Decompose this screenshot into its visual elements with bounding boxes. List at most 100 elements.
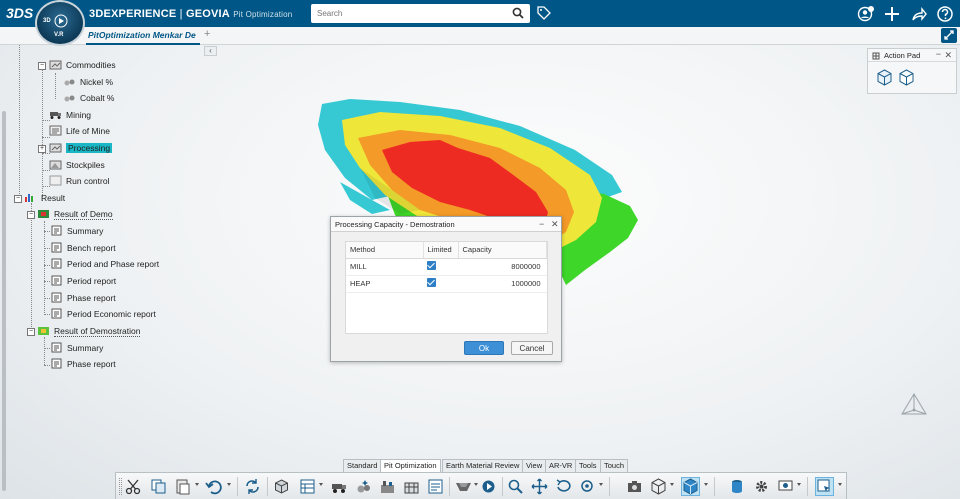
tree-node-stockpiles[interactable]: Stockpiles bbox=[49, 158, 105, 173]
collapse-tree-button[interactable]: ‹ bbox=[204, 46, 217, 56]
tree-node-summary-2[interactable]: Summary bbox=[50, 341, 103, 356]
tree-node-nickel[interactable]: Nickel % bbox=[63, 75, 113, 90]
tree-node-life-of-mine[interactable]: Life of Mine bbox=[49, 124, 110, 139]
shading-cube-icon[interactable] bbox=[681, 477, 700, 496]
pit-shell-dropdown-icon[interactable] bbox=[474, 483, 478, 486]
database-icon[interactable] bbox=[729, 478, 746, 495]
pan-icon[interactable] bbox=[531, 478, 548, 495]
expand-commodities[interactable]: − bbox=[38, 62, 46, 70]
run-icon[interactable] bbox=[480, 478, 497, 495]
column-header-capacity[interactable]: Capacity bbox=[458, 242, 547, 259]
look-at-icon[interactable] bbox=[579, 478, 596, 495]
play-icon[interactable] bbox=[54, 14, 68, 28]
tree-node-result-of-demo[interactable]: Result of Demo bbox=[37, 207, 113, 222]
minimize-icon[interactable]: − bbox=[936, 48, 941, 61]
tree-node-result[interactable]: Result bbox=[24, 191, 65, 206]
tab-earth-material-review[interactable]: Earth Material Review bbox=[442, 459, 524, 472]
mine-facility-icon[interactable] bbox=[403, 478, 420, 495]
pit-result-icon bbox=[38, 210, 49, 218]
compass-widget[interactable]: 3D V.R bbox=[35, 0, 85, 46]
limited-cell[interactable] bbox=[423, 258, 458, 276]
tab-touch[interactable]: Touch bbox=[600, 459, 629, 472]
column-header-method[interactable]: Method bbox=[346, 242, 424, 259]
commodity-icon[interactable] bbox=[355, 478, 372, 495]
tree-node-period-phase-report[interactable]: Period and Phase report bbox=[50, 257, 159, 272]
view-dropdown-icon[interactable] bbox=[599, 483, 603, 486]
tree-node-phase-report-2[interactable]: Phase report bbox=[50, 357, 116, 372]
expand-result-demostration[interactable]: − bbox=[27, 328, 35, 336]
capacity-table: Method Limited Capacity MILL 8000000 HEA… bbox=[345, 241, 548, 334]
tree-node-period-report[interactable]: Period report bbox=[50, 274, 116, 289]
table-row[interactable]: HEAP 1000000 bbox=[346, 275, 547, 293]
more-tools-icon[interactable] bbox=[838, 483, 842, 486]
zoom-icon[interactable] bbox=[507, 478, 524, 495]
tree-node-mining[interactable]: Mining bbox=[49, 108, 91, 123]
toolbar-grip[interactable] bbox=[119, 478, 122, 495]
tree-node-processing[interactable]: Processing bbox=[49, 141, 113, 156]
copy-icon[interactable] bbox=[150, 478, 167, 495]
axis-triad-icon[interactable] bbox=[896, 388, 932, 424]
column-header-limited[interactable]: Limited bbox=[423, 242, 459, 259]
tree-node-bench-report[interactable]: Bench report bbox=[50, 241, 116, 256]
report-icon bbox=[51, 342, 62, 353]
tree-node-run-control[interactable]: Run control bbox=[49, 174, 109, 189]
tree-node-result-of-demostration[interactable]: Result of Demostration bbox=[37, 324, 141, 339]
tab-view[interactable]: View bbox=[522, 459, 547, 472]
cube-icon[interactable] bbox=[876, 69, 893, 86]
undo-icon[interactable] bbox=[205, 478, 222, 495]
tab-ar-vr[interactable]: AR-VR bbox=[545, 459, 577, 472]
settings-dropdown-icon[interactable] bbox=[797, 483, 801, 486]
capacity-cell[interactable]: 8000000 bbox=[458, 258, 547, 276]
tree-node-summary[interactable]: Summary bbox=[50, 224, 103, 239]
truck-settings-icon[interactable] bbox=[331, 478, 348, 495]
method-cell[interactable]: MILL bbox=[346, 258, 423, 276]
tab-standard[interactable]: Standard bbox=[343, 459, 382, 472]
element-icon bbox=[64, 95, 75, 102]
table-dropdown-icon[interactable] bbox=[319, 483, 323, 486]
shading-dropdown-icon[interactable] bbox=[704, 483, 708, 486]
pit-shell-icon[interactable] bbox=[455, 478, 472, 495]
paste-icon[interactable] bbox=[174, 478, 191, 495]
wireframe-dropdown-icon[interactable] bbox=[670, 483, 674, 486]
expand-result[interactable]: − bbox=[14, 195, 22, 203]
ok-button[interactable]: Ok bbox=[464, 341, 504, 355]
cancel-button[interactable]: Cancel bbox=[511, 341, 553, 355]
camera-icon[interactable] bbox=[626, 478, 643, 495]
plant-icon[interactable] bbox=[379, 478, 396, 495]
expand-processing[interactable]: + bbox=[38, 145, 46, 153]
pit-result-icon bbox=[38, 327, 49, 335]
capacity-cell[interactable]: 1000000 bbox=[458, 275, 547, 293]
schedule-icon[interactable] bbox=[427, 478, 444, 495]
expand-result-demo[interactable]: − bbox=[27, 211, 35, 219]
method-cell[interactable]: HEAP bbox=[346, 275, 423, 293]
cut-icon[interactable] bbox=[125, 478, 142, 495]
limited-checkbox[interactable] bbox=[427, 278, 436, 287]
close-icon[interactable]: ✕ bbox=[944, 49, 952, 62]
update-icon[interactable] bbox=[244, 478, 261, 495]
minimize-icon[interactable]: − bbox=[539, 219, 544, 229]
cube-wire-icon[interactable] bbox=[898, 69, 915, 86]
table-row[interactable]: MILL 8000000 bbox=[346, 258, 547, 276]
tab-pit-optimization[interactable]: Pit Optimization bbox=[380, 459, 441, 472]
select-mode-icon[interactable] bbox=[815, 477, 834, 496]
tree-node-commodities[interactable]: Commodities bbox=[49, 58, 116, 73]
settings-monitor-icon[interactable] bbox=[777, 478, 794, 495]
tree-node-phase-report[interactable]: Phase report bbox=[50, 291, 116, 306]
rotate-icon[interactable] bbox=[555, 478, 572, 495]
tab-tools[interactable]: Tools bbox=[575, 459, 601, 472]
block-model-icon[interactable] bbox=[273, 478, 290, 495]
toolbar-separator bbox=[609, 477, 610, 496]
undo-dropdown-icon[interactable] bbox=[227, 483, 231, 486]
tree-scrollbar[interactable] bbox=[2, 111, 6, 491]
tree-node-cobalt[interactable]: Cobalt % bbox=[63, 91, 115, 106]
close-icon[interactable]: ✕ bbox=[551, 219, 559, 230]
wireframe-cube-icon[interactable] bbox=[650, 478, 667, 495]
paste-dropdown-icon[interactable] bbox=[195, 483, 199, 486]
tree-label: Life of Mine bbox=[66, 126, 110, 136]
limited-cell[interactable] bbox=[423, 275, 458, 293]
tree-node-period-economic-report[interactable]: Period Economic report bbox=[50, 307, 156, 322]
table-icon[interactable] bbox=[299, 478, 316, 495]
gear-icon[interactable] bbox=[753, 478, 770, 495]
limited-checkbox[interactable] bbox=[427, 261, 436, 270]
tree-label: Summary bbox=[67, 343, 104, 353]
